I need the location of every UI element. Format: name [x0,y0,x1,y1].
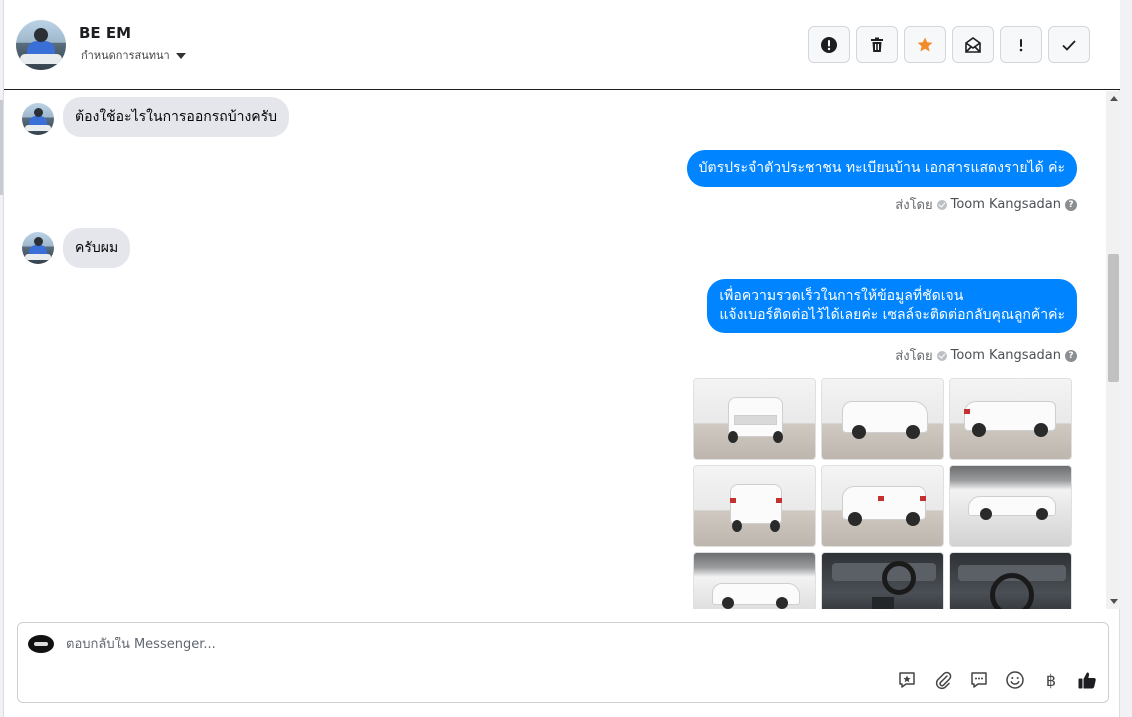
sent-by-label: ส่งโดย [895,349,933,364]
smiley-face-icon [1006,671,1024,689]
payment-button[interactable]: ฿ [1040,669,1062,691]
car-photo-steering-wheel[interactable] [949,552,1072,609]
baht-currency-icon: ฿ [1045,670,1057,690]
car-photo-rear-angle-2[interactable] [821,465,944,547]
caret-down-icon [175,52,186,59]
emoji-button[interactable] [1004,669,1026,691]
sent-by-info: ส่งโดย Toom Kangsadan ? [895,194,1077,215]
assign-conversation-label: กำหนดการสนทนา [81,49,170,62]
reply-input[interactable] [66,637,866,652]
page-avatar [28,635,54,653]
outgoing-message[interactable]: บัตรประจำตัวประชาชน ทะเบียนบ้าน เอกสารแส… [686,150,1077,187]
trash-icon [871,37,883,52]
star-button[interactable] [904,26,946,63]
open-envelope-icon [965,36,981,53]
flag-important-button[interactable] [1000,26,1042,63]
saved-replies-button[interactable] [896,669,918,691]
message-line: แจ้งเบอร์ติดต่อไว้ได้เลยค่ะ เซลล์จะติดต่… [719,307,1065,323]
verified-check-icon [936,350,947,361]
agent-name[interactable]: Toom Kangsadan [951,197,1061,212]
reply-composer: ฿ [17,622,1109,703]
attachment-photo-grid [693,378,1072,609]
scroll-up-arrow-icon[interactable] [1110,96,1118,101]
car-photo-rear[interactable] [693,465,816,547]
contact-avatar-small[interactable] [22,103,54,135]
conversation-panel: BE EM กำหนดการสนทนา ต้องใช้อะไรในการออกร… [3,0,1121,717]
quick-reply-button[interactable] [968,669,990,691]
car-photo-dashboard[interactable] [821,552,944,609]
mark-done-button[interactable] [1048,26,1090,63]
delete-button[interactable] [856,26,898,63]
incoming-message[interactable]: ต้องใช้อะไรในการออกรถบ้างครับ [63,97,290,137]
contact-avatar[interactable] [16,20,66,70]
verified-check-icon [936,199,947,210]
help-question-icon[interactable]: ? [1065,349,1077,362]
sent-by-info: ส่งโดย Toom Kangsadan ? [895,345,1077,366]
scrollbar-thumb[interactable] [1108,254,1119,382]
star-speech-bubble-icon [899,672,915,688]
conversation-toolbar [808,26,1090,63]
attach-file-button[interactable] [932,669,954,691]
conversation-header: BE EM กำหนดการสนทนา [4,0,1120,90]
assign-conversation-dropdown[interactable]: กำหนดการสนทนา [81,46,186,64]
car-photo-side-2[interactable] [693,552,816,609]
message-line: เพื่อความรวดเร็วในการให้ข้อมูลที่ชัดเจน [719,288,964,304]
outgoing-message-multiline[interactable]: เพื่อความรวดเร็วในการให้ข้อมูลที่ชัดเจน … [707,279,1077,333]
car-photo-side[interactable] [949,465,1072,547]
car-photo-front-angle[interactable] [821,378,944,460]
agent-name[interactable]: Toom Kangsadan [951,348,1061,363]
mark-unread-button[interactable] [952,26,994,63]
checkmark-icon [1062,39,1076,51]
thumbs-up-icon [1078,672,1096,689]
speech-bubble-dots-icon [971,672,987,688]
paperclip-icon [935,671,952,690]
help-question-icon[interactable]: ? [1065,198,1077,211]
contact-name[interactable]: BE EM [79,24,131,42]
contact-avatar-small[interactable] [22,232,54,264]
mark-spam-button[interactable] [808,26,850,63]
exclamation-circle-icon [821,36,837,53]
send-like-button[interactable] [1076,669,1098,691]
star-icon [917,37,933,51]
exclamation-icon [1019,38,1023,51]
composer-toolbar: ฿ [896,669,1098,691]
message-thread[interactable]: ต้องใช้อะไรในการออกรถบ้างครับ บัตรประจำต… [4,91,1104,609]
scroll-down-arrow-icon[interactable] [1110,599,1118,604]
car-photo-rear-angle[interactable] [949,378,1072,460]
car-photo-front[interactable] [693,378,816,460]
incoming-message[interactable]: ครับผม [63,228,131,268]
message-scrollbar[interactable] [1106,91,1121,609]
sent-by-label: ส่งโดย [895,198,933,213]
